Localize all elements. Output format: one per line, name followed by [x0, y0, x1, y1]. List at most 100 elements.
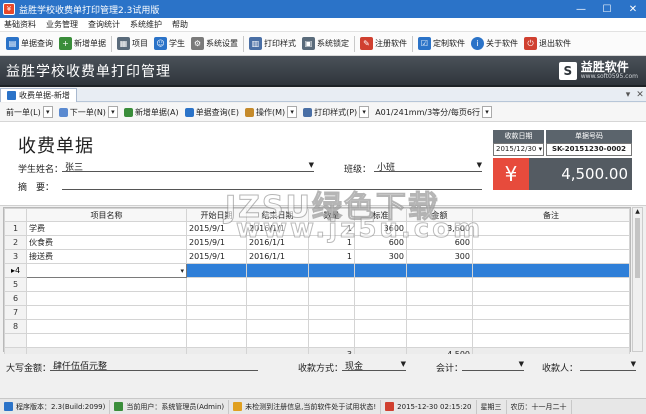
- minimize-button[interactable]: —: [568, 4, 594, 15]
- cell-standard[interactable]: [354, 305, 407, 320]
- cell-start[interactable]: 2015/9/1: [186, 249, 247, 264]
- settings-button[interactable]: ⚙ 系统设置: [188, 35, 241, 53]
- column-header-start[interactable]: 开始日期: [186, 208, 247, 222]
- chevron-down-icon[interactable]: ▾: [42, 106, 53, 118]
- cell-note[interactable]: [472, 235, 630, 250]
- payee-select[interactable]: ▼: [580, 359, 636, 371]
- cell-item[interactable]: [26, 291, 187, 306]
- cell-start[interactable]: [186, 263, 247, 278]
- doc-query-button[interactable]: ▤ 单据查询: [3, 35, 56, 53]
- cell-qty[interactable]: [308, 291, 355, 306]
- exit-button[interactable]: ⏻ 退出软件: [521, 35, 574, 53]
- close-button[interactable]: ✕: [620, 4, 646, 15]
- customize-button[interactable]: ☑ 定制软件: [415, 35, 468, 53]
- new-doc-button[interactable]: + 新增单据: [56, 35, 109, 53]
- cell-end[interactable]: [246, 263, 309, 278]
- cell-end[interactable]: [246, 291, 309, 306]
- prev-doc-button[interactable]: 前一单(L) ▾: [3, 106, 56, 118]
- cell-start[interactable]: [186, 319, 247, 334]
- cell-item[interactable]: [26, 305, 187, 320]
- cell-standard[interactable]: 600: [354, 235, 407, 250]
- cell-qty[interactable]: [308, 263, 355, 278]
- cell-item-editor[interactable]: ▾: [26, 263, 187, 278]
- maximize-button[interactable]: ☐: [594, 4, 620, 15]
- menu-help[interactable]: 帮助: [172, 19, 188, 30]
- chevron-down-icon[interactable]: ▾: [481, 106, 492, 118]
- cell-standard[interactable]: 3600: [354, 221, 407, 236]
- cell-item[interactable]: [26, 319, 187, 334]
- cell-end[interactable]: 2016/1/1: [246, 235, 309, 250]
- date-picker[interactable]: 2015/12/30 ▾: [493, 143, 544, 156]
- scroll-up-icon[interactable]: ▲: [633, 208, 642, 218]
- cell-qty[interactable]: 1: [308, 249, 355, 264]
- cell-qty[interactable]: 1: [308, 221, 355, 236]
- cell-note[interactable]: [472, 263, 630, 278]
- menu-system[interactable]: 系统维护: [130, 19, 162, 30]
- table-row[interactable]: 8: [4, 319, 630, 334]
- chevron-down-icon[interactable]: ▼: [309, 161, 314, 169]
- lock-button[interactable]: ▣ 系统锁定: [299, 35, 352, 53]
- cell-item[interactable]: 伙食费: [26, 235, 187, 250]
- cell-standard[interactable]: 300: [354, 249, 407, 264]
- table-row[interactable]: 5: [4, 277, 630, 292]
- register-button[interactable]: ✎ 注册软件: [357, 35, 410, 53]
- tab-dropdown-icon[interactable]: ▾: [622, 90, 634, 100]
- menu-basic-data[interactable]: 基础资料: [4, 19, 36, 30]
- items-button[interactable]: ▦ 项目: [114, 35, 151, 53]
- chevron-down-icon[interactable]: ▾: [539, 145, 543, 153]
- chevron-down-icon[interactable]: ▾: [287, 106, 298, 118]
- cell-qty[interactable]: [308, 277, 355, 292]
- student-name-field[interactable]: 张三 ▼: [62, 160, 314, 173]
- chevron-down-icon[interactable]: ▼: [631, 360, 636, 368]
- cell-qty[interactable]: 1: [308, 235, 355, 250]
- cell-item[interactable]: [26, 277, 187, 292]
- cell-standard[interactable]: [354, 277, 407, 292]
- chevron-down-icon[interactable]: ▾: [359, 106, 370, 118]
- payment-method-select[interactable]: 现金 ▼: [342, 359, 406, 372]
- table-row[interactable]: 6: [4, 291, 630, 306]
- table-row-selected[interactable]: ▸4 ▾: [4, 263, 630, 278]
- cell-note[interactable]: [472, 221, 630, 236]
- summary-field[interactable]: [62, 178, 482, 190]
- cell-end[interactable]: 2016/1/1: [246, 221, 309, 236]
- cell-note[interactable]: [472, 249, 630, 264]
- cell-note[interactable]: [472, 319, 630, 334]
- column-header-amount[interactable]: 金额: [406, 208, 473, 222]
- tab-fee-doc-new[interactable]: 收费单据-新增: [0, 87, 77, 102]
- column-header-qty[interactable]: 数量: [308, 208, 355, 222]
- cell-standard[interactable]: [354, 319, 407, 334]
- menu-query-stats[interactable]: 查询统计: [88, 19, 120, 30]
- table-row[interactable]: 2 伙食费 2015/9/1 2016/1/1 1 600 600: [4, 235, 630, 250]
- table-row[interactable]: 7: [4, 305, 630, 320]
- chevron-down-icon[interactable]: ▾: [107, 106, 118, 118]
- chevron-down-icon[interactable]: ▼: [519, 360, 524, 368]
- cell-item[interactable]: 学费: [26, 221, 187, 236]
- cell-end[interactable]: [246, 319, 309, 334]
- cell-standard[interactable]: [354, 263, 407, 278]
- cell-end[interactable]: [246, 277, 309, 292]
- cell-start[interactable]: [186, 291, 247, 306]
- cell-note[interactable]: [472, 277, 630, 292]
- cell-item[interactable]: 接送费: [26, 249, 187, 264]
- cell-end[interactable]: 2016/1/1: [246, 249, 309, 264]
- scroll-thumb[interactable]: [635, 218, 640, 278]
- chevron-down-icon[interactable]: ▾: [180, 267, 184, 275]
- new-doc-small-button[interactable]: 新增单据(A): [121, 107, 182, 118]
- doc-query-small-button[interactable]: 单据查询(E): [182, 107, 242, 118]
- tab-close-icon[interactable]: ✕: [634, 90, 646, 100]
- table-row[interactable]: 1 学费 2015/9/1 2016/1/1 1 3600 3,600: [4, 221, 630, 236]
- cell-note[interactable]: [472, 291, 630, 306]
- print-style-menu-button[interactable]: 打印样式(P) ▾: [300, 106, 372, 118]
- chevron-down-icon[interactable]: ▼: [401, 360, 406, 368]
- next-doc-button[interactable]: 下一单(N) ▾: [56, 106, 121, 118]
- menu-business[interactable]: 业务管理: [46, 19, 78, 30]
- cell-note[interactable]: [472, 305, 630, 320]
- accountant-select[interactable]: ▼: [462, 359, 524, 371]
- cell-start[interactable]: 2015/9/1: [186, 235, 247, 250]
- class-field[interactable]: 小班 ▼: [374, 160, 482, 173]
- print-style-button[interactable]: ▥ 打印样式: [246, 35, 299, 53]
- column-header-item[interactable]: 项目名称: [26, 208, 187, 222]
- column-header-end[interactable]: 结束日期: [246, 208, 309, 222]
- chevron-down-icon[interactable]: ▼: [477, 161, 482, 169]
- cell-qty[interactable]: [308, 319, 355, 334]
